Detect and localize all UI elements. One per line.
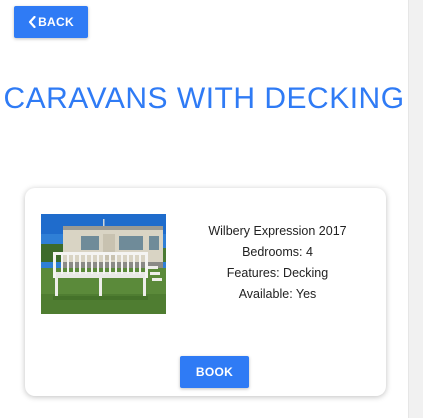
caravan-name: Wilbery Expression 2017 [208, 224, 347, 238]
back-button[interactable]: BACK [14, 6, 88, 38]
caravan-availability: Available: Yes [238, 287, 317, 301]
caravan-card: Wilbery Expression 2017 Bedrooms: 4 Feat… [25, 188, 386, 396]
back-button-label: BACK [38, 15, 74, 29]
caravan-features: Features: Decking [226, 266, 329, 280]
book-button[interactable]: BOOK [180, 356, 249, 388]
page-title: CARAVANS WITH DECKING [3, 82, 405, 115]
caravan-details: Wilbery Expression 2017 Bedrooms: 4 Feat… [180, 221, 375, 305]
caravan-photo [41, 214, 166, 314]
chevron-left-icon [28, 16, 36, 28]
vertical-scrollbar[interactable] [408, 0, 423, 418]
caravan-bedrooms: Bedrooms: 4 [242, 245, 313, 259]
main-viewport: BACK CARAVANS WITH DECKING Wilbery Expre… [0, 0, 408, 418]
